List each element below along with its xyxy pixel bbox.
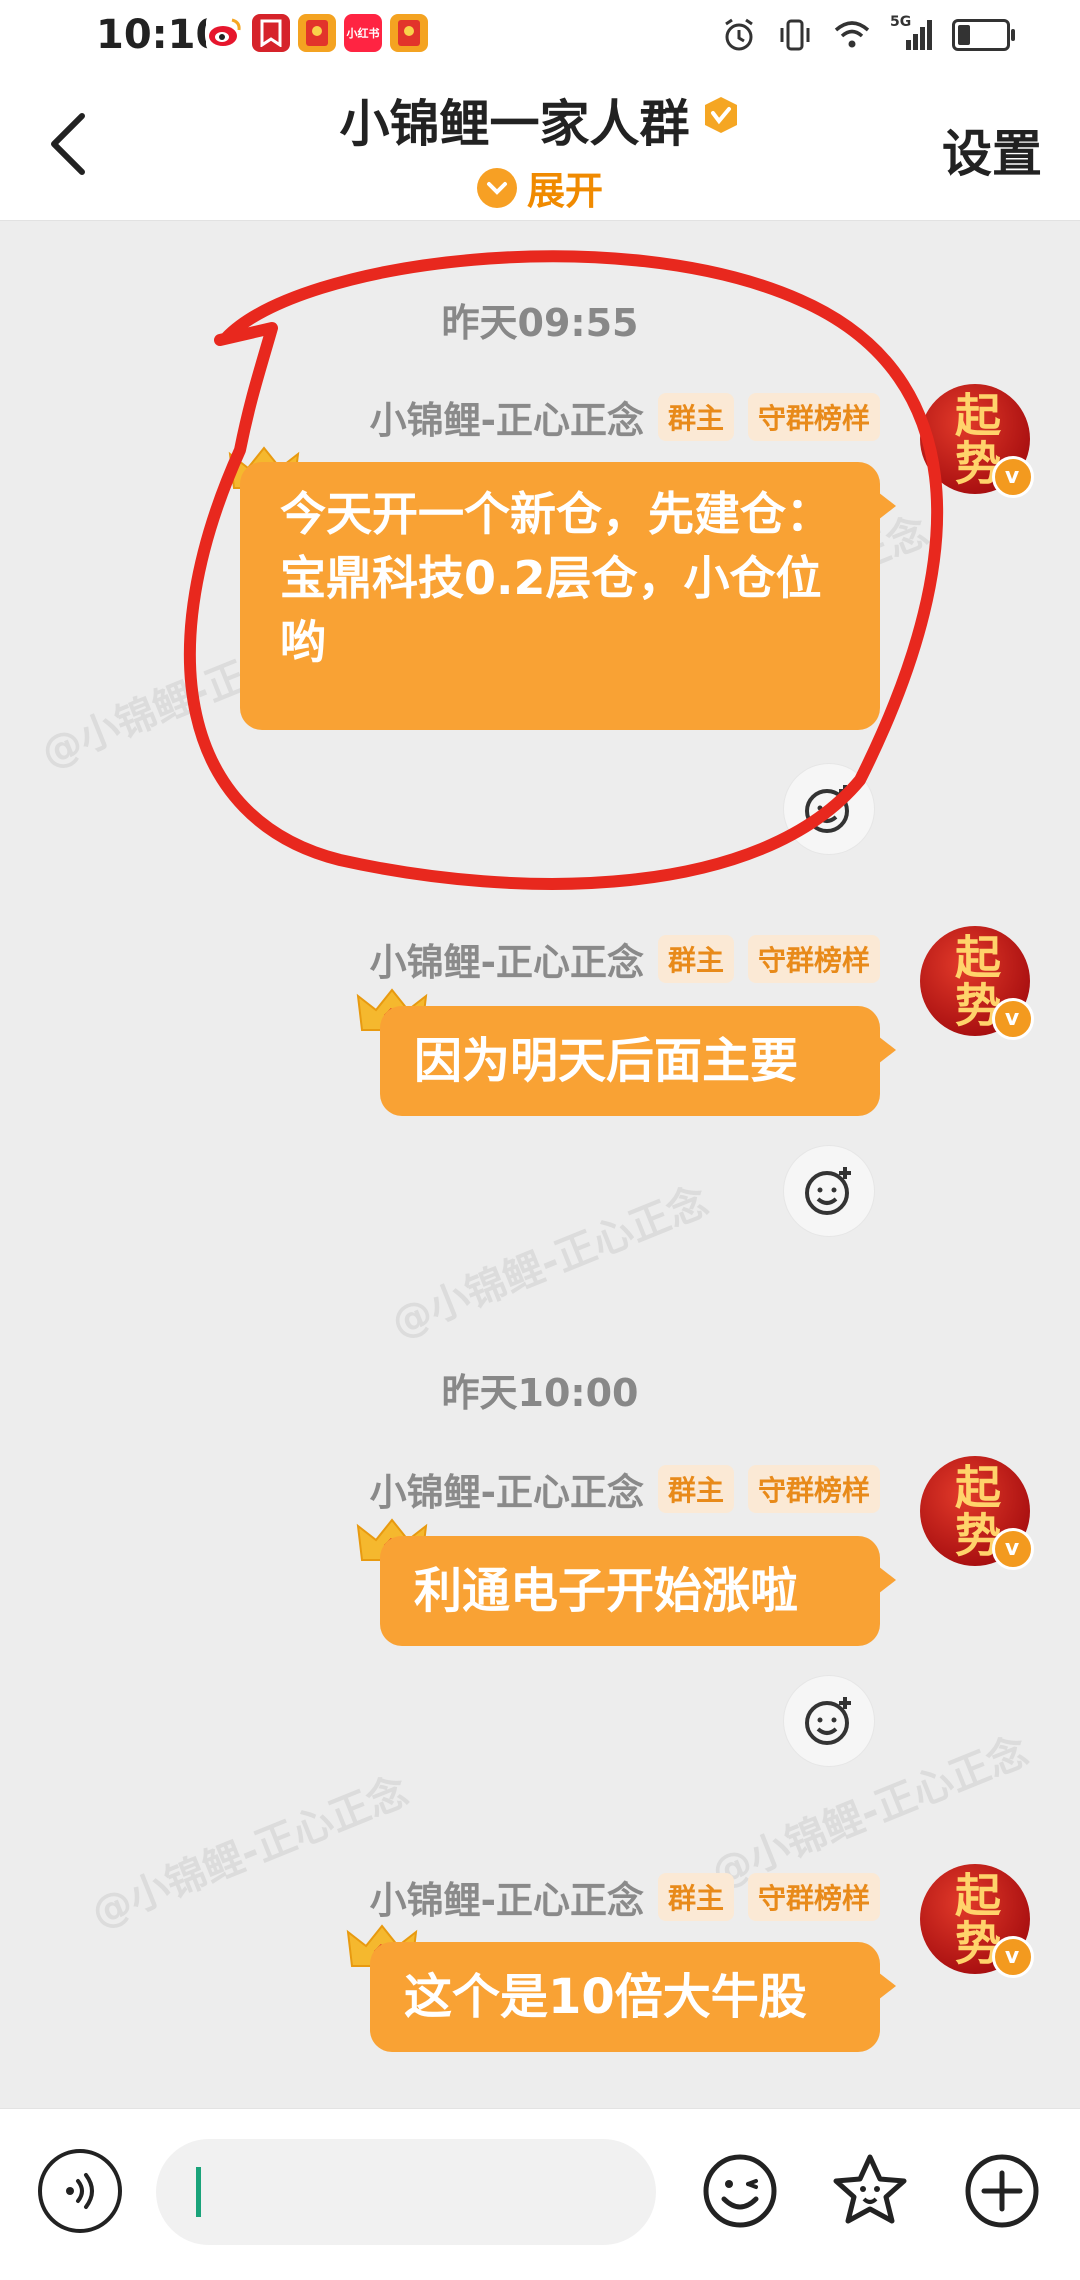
emoji-button[interactable] — [696, 2147, 784, 2235]
sticker-button[interactable] — [826, 2147, 914, 2235]
verified-icon: v — [992, 1528, 1034, 1570]
react-button[interactable] — [784, 1676, 874, 1766]
status-app-icons: 小红书 — [206, 14, 428, 52]
sender-row: 小锦鲤-正心正念 群主 守群榜样 — [370, 1870, 880, 1924]
emoji-add-icon — [805, 785, 851, 833]
message-input[interactable] — [156, 2139, 656, 2245]
text-cursor — [196, 2167, 201, 2217]
status-time: 10:10 — [96, 12, 224, 58]
plus-icon — [965, 2154, 1039, 2228]
voice-icon — [66, 2173, 94, 2209]
chevron-left-icon — [51, 113, 85, 175]
signal-icon: 5G — [890, 14, 934, 52]
status-indicators: 5G — [720, 14, 1015, 54]
role-tag: 守群榜样 — [747, 1873, 880, 1921]
xiaohongshu-icon: 小红书 — [344, 14, 382, 52]
star-sticker-icon — [833, 2154, 907, 2224]
bookmark-icon — [252, 14, 290, 52]
emoji-add-icon — [805, 1167, 851, 1215]
battery-icon — [952, 19, 1015, 51]
role-tag: 守群榜样 — [747, 393, 880, 441]
voice-button[interactable] — [38, 2149, 122, 2233]
chat-area[interactable]: @小锦鲤-正心正念 @小锦鲤-正心正念 @小锦鲤-正心正念 @小锦鲤-正心正念 … — [0, 220, 1080, 2108]
title-area: 小锦鲤一家人群 展开 — [200, 74, 880, 220]
vibrate-icon — [780, 19, 810, 51]
sender-name: 小锦鲤-正心正念 — [369, 399, 644, 442]
verified-badge-icon — [704, 97, 737, 133]
red-envelope-icon — [390, 14, 428, 52]
message-item: 小锦鲤-正心正念 群主 守群榜样 起势 v 这个是10倍大牛股 — [0, 1864, 1080, 2110]
back-button[interactable] — [40, 104, 96, 184]
chevron-down-icon — [476, 167, 517, 208]
avatar-text: 起势 — [948, 933, 1002, 1029]
message-item: 小锦鲤-正心正念 群主 守群榜样 起势 v 今天开一个新仓，先建仓：宝鼎科技0.… — [0, 384, 1080, 860]
settings-button[interactable]: 设置 — [942, 114, 1042, 186]
sender-name: 小锦鲤-正心正念 — [369, 1471, 644, 1514]
expand-label: 展开 — [526, 169, 603, 213]
verified-icon: v — [992, 1936, 1034, 1978]
chat-header: 小锦鲤一家人群 展开 设置 — [0, 74, 1080, 221]
message-bubble[interactable]: 这个是10倍大牛股 — [370, 1942, 896, 2052]
owner-tag: 群主 — [657, 393, 734, 441]
expand-button[interactable]: 展开 — [200, 160, 880, 215]
avatar[interactable]: 起势 v — [920, 926, 1034, 1040]
verified-icon: v — [992, 456, 1034, 498]
status-bar: 10:10 小红书 5G — [0, 0, 1080, 74]
wifi-icon — [834, 21, 870, 48]
react-button[interactable] — [784, 1146, 874, 1236]
message-item: 小锦鲤-正心正念 群主 守群榜样 起势 v 利通电子开始涨啦 — [0, 1456, 1080, 1782]
sender-row: 小锦鲤-正心正念 群主 守群榜样 — [370, 1462, 880, 1516]
message-text: 今天开一个新仓，先建仓：宝鼎科技0.2层仓，小仓位哟 — [280, 487, 832, 669]
message-bubble[interactable]: 今天开一个新仓，先建仓：宝鼎科技0.2层仓，小仓位哟 — [240, 462, 896, 730]
input-bar — [0, 2108, 1080, 2280]
sender-row: 小锦鲤-正心正念 群主 守群榜样 — [370, 390, 880, 444]
message-text: 利通电子开始涨啦 — [414, 1563, 799, 1619]
red-envelope-icon — [298, 14, 336, 52]
role-tag: 守群榜样 — [747, 1465, 880, 1513]
screen: 10:10 小红书 5G 小锦鲤一家人群 展开 设置 @小锦鲤-正心正念 @小锦… — [0, 0, 1080, 2280]
message-text: 因为明天后面主要 — [414, 1033, 799, 1089]
owner-tag: 群主 — [657, 1465, 734, 1513]
timestamp: 昨天10:00 — [441, 1371, 639, 1415]
avatar[interactable]: 起势 v — [920, 1456, 1034, 1570]
role-tag: 守群榜样 — [747, 935, 880, 983]
emoji-icon — [703, 2154, 777, 2228]
message-item: 小锦鲤-正心正念 群主 守群榜样 起势 v 因为明天后面主要 — [0, 926, 1080, 1252]
group-title: 小锦鲤一家人群 — [339, 95, 690, 153]
weibo-icon — [206, 14, 244, 52]
message-bubble[interactable]: 因为明天后面主要 — [380, 1006, 896, 1116]
owner-tag: 群主 — [657, 1873, 734, 1921]
message-bubble[interactable]: 利通电子开始涨啦 — [380, 1536, 896, 1646]
react-button[interactable] — [784, 764, 874, 854]
xiaohongshu-label: 小红书 — [346, 27, 380, 40]
owner-tag: 群主 — [657, 935, 734, 983]
emoji-add-icon — [805, 1697, 851, 1745]
avatar-text: 起势 — [948, 1463, 1002, 1559]
alarm-icon — [725, 18, 753, 51]
avatar[interactable]: 起势 v — [920, 384, 1034, 498]
timestamp: 昨天09:55 — [441, 301, 639, 345]
add-more-button[interactable] — [958, 2147, 1046, 2235]
avatar-text: 起势 — [948, 391, 1002, 487]
sender-name: 小锦鲤-正心正念 — [369, 1879, 644, 1922]
avatar-text: 起势 — [948, 1871, 1002, 1967]
avatar[interactable]: 起势 v — [920, 1864, 1034, 1978]
message-text: 这个是10倍大牛股 — [404, 1969, 807, 2025]
sender-name: 小锦鲤-正心正念 — [369, 941, 644, 984]
verified-icon: v — [992, 998, 1034, 1040]
sender-row: 小锦鲤-正心正念 群主 守群榜样 — [370, 932, 880, 986]
